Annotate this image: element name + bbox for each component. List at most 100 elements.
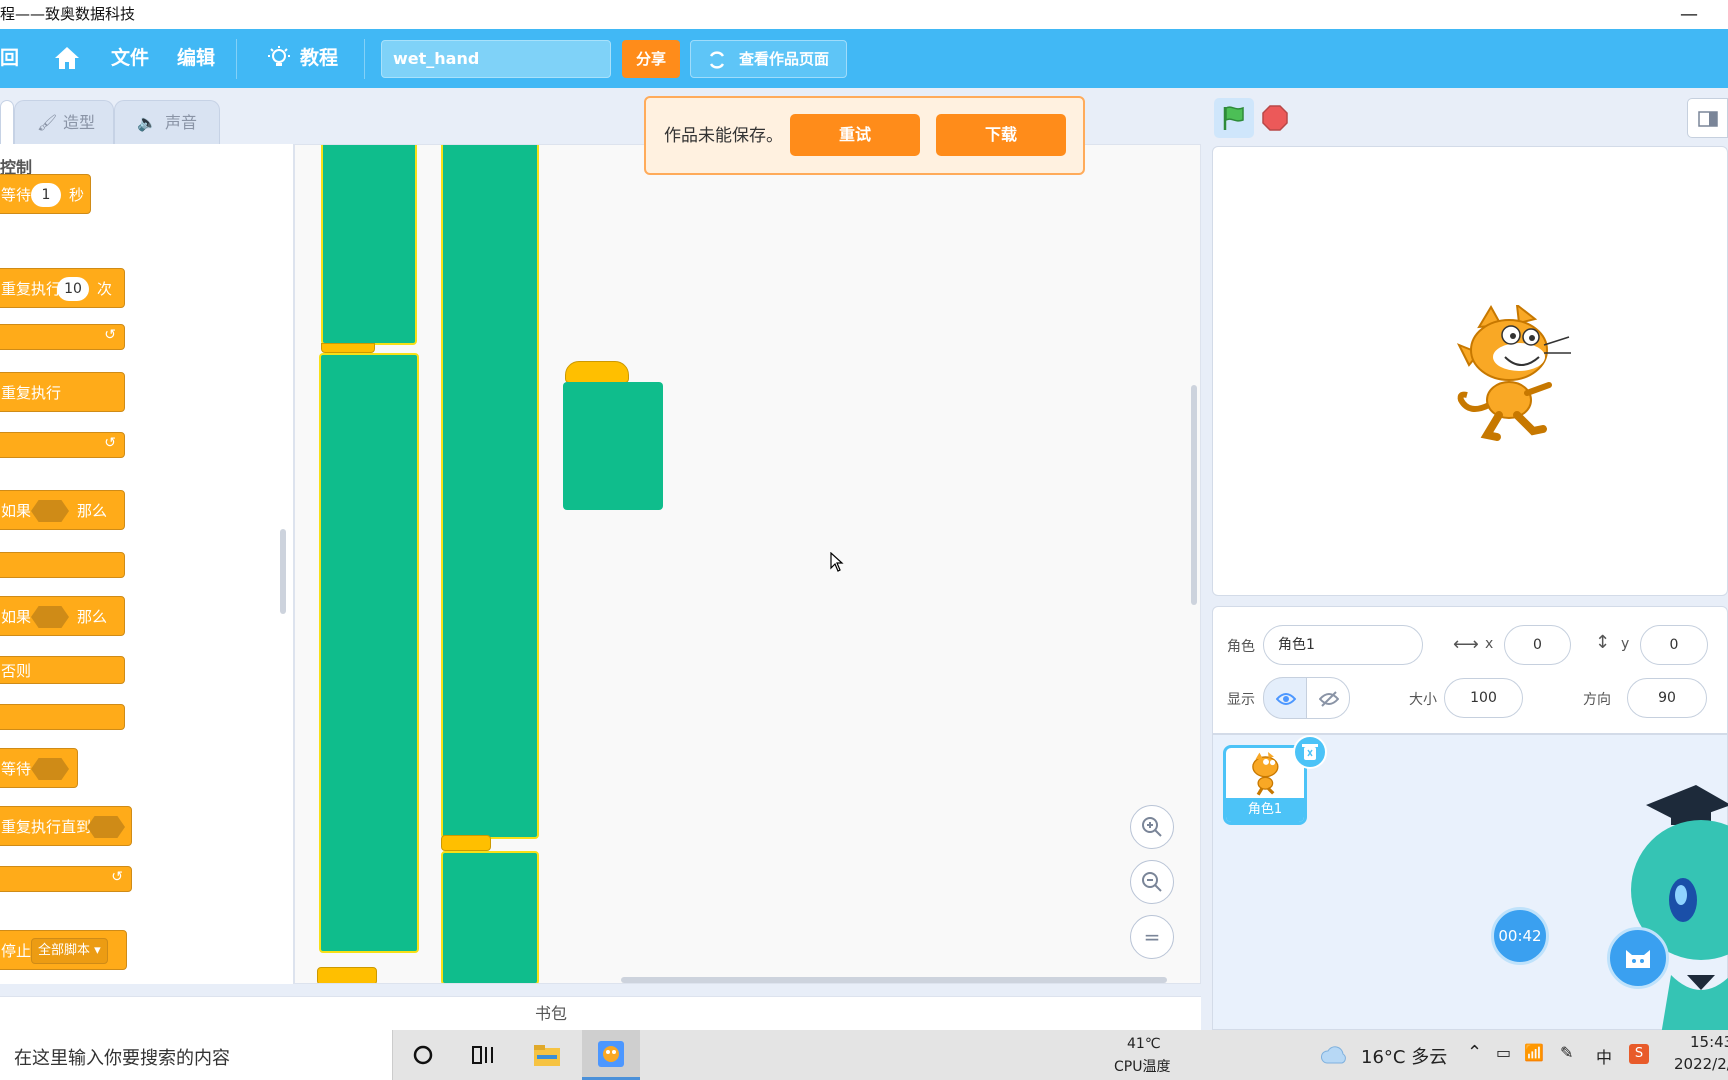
taskbar-search-box[interactable]: 在这里输入你要搜索的内容 [0,1030,393,1080]
sprite-name-input[interactable]: 角色1 [1263,625,1423,665]
task-view-icon[interactable] [472,1044,496,1066]
if-else-block[interactable]: 如果 那么 [0,596,125,636]
minimize-button[interactable]: — [1680,0,1698,29]
download-button[interactable]: 下载 [936,114,1066,156]
repeat-until-block[interactable]: 重复执行直到 [0,806,132,846]
tutorial-menu[interactable]: 教程 [300,29,338,88]
eye-icon [1276,693,1296,705]
stop-option-dropdown[interactable]: 全部脚本 ▾ [31,938,108,964]
chevron-up-icon[interactable]: ⌃ [1467,1042,1482,1063]
script-stack[interactable] [441,851,539,983]
zoom-reset-button[interactable]: = [1130,915,1174,959]
show-label: 显示 [1227,692,1255,708]
direction-input[interactable]: 90 [1627,678,1707,718]
delete-sprite-button[interactable] [1293,735,1327,769]
wifi-icon[interactable]: 📶 [1524,1043,1544,1062]
scratch-app-taskbar-button[interactable] [582,1030,640,1080]
block-palette: 控制 等待 1 秒 重复执行 10 次 ↺ 重复执行 ↺ 如果 那么 如果 那么… [0,144,294,984]
stage-canvas[interactable] [1212,146,1728,596]
vertical-scrollbar[interactable] [1191,385,1197,605]
sprite-name-label: 角色 [1227,639,1255,655]
clock-time[interactable]: 15:43 [1690,1033,1728,1051]
stop-sign-icon [1262,105,1288,131]
cat-helper-button[interactable] [1607,927,1669,989]
condition-slot[interactable] [87,816,125,838]
cat-thumbnail-icon [1252,752,1279,796]
wait-seconds-input[interactable]: 1 [31,183,61,207]
script-stack[interactable] [441,145,539,839]
project-title-input[interactable]: wet_hand [381,40,611,78]
green-flag-icon [1223,106,1244,130]
hide-sprite-button[interactable] [1306,677,1350,719]
home-icon[interactable] [54,29,80,88]
loop-arrow-icon: ↺ [104,435,116,451]
block-label: 重复执行 [1,384,62,402]
file-explorer-icon[interactable] [533,1043,561,1067]
direction-label: 方向 [1583,692,1611,708]
y-label: y [1621,636,1630,652]
sync-icon [709,51,725,69]
repeat-until-block-end: ↺ [0,866,132,892]
script-stack[interactable] [321,145,417,345]
script-stack[interactable] [319,353,419,953]
cloud-icon [1321,1046,1346,1064]
share-button[interactable]: 分享 [622,40,680,78]
weather-text[interactable]: 16°C 多云 [1361,1043,1447,1069]
zoom-in-button[interactable] [1130,805,1174,849]
event-block[interactable] [441,835,491,851]
stop-button[interactable] [1262,105,1288,131]
cpu-temperature-label: CPU温度 [1114,1059,1171,1075]
broadcast-hat-block[interactable] [565,361,629,383]
wait-block[interactable]: 等待 1 秒 [0,174,91,214]
repeat-block[interactable]: 重复执行 10 次 [0,268,125,308]
backpack-label: 书包 [535,1004,568,1023]
condition-slot[interactable] [31,758,69,780]
small-stage-button[interactable] [1687,98,1728,138]
cortana-icon[interactable] [412,1044,434,1066]
tab-code[interactable] [0,100,14,144]
tab-sounds[interactable]: 🔈 声音 [114,100,220,144]
condition-slot[interactable] [31,500,69,522]
loop-arrow-icon: ↺ [104,327,116,343]
forever-block[interactable]: 重复执行 [0,372,125,412]
palette-scrollbar[interactable] [280,529,286,614]
script-stack[interactable] [563,382,663,510]
input-method-icon[interactable]: 中 [1596,1044,1612,1068]
view-project-page-button[interactable]: 查看作品页面 [690,40,847,78]
condition-slot[interactable] [31,606,69,628]
zoom-out-icon [1142,872,1162,892]
wait-until-block[interactable]: 等待 [0,748,78,788]
if-then-block[interactable]: 如果 那么 [0,490,125,530]
retry-button[interactable]: 重试 [790,114,920,156]
x-position-input[interactable]: 0 [1504,625,1571,665]
clock-date[interactable]: 2022/2/... [1674,1055,1728,1073]
size-input[interactable]: 100 [1444,678,1523,718]
show-sprite-button[interactable] [1263,677,1307,719]
file-menu[interactable]: 文件 [111,29,149,88]
backpack-bar[interactable]: 书包 [0,996,1201,1030]
battery-icon[interactable]: ▭ [1496,1043,1511,1062]
cat-sprite[interactable] [1449,305,1579,445]
repeat-count-input[interactable]: 10 [57,277,89,301]
windows-taskbar: 在这里输入你要搜索的内容 41℃ CPU温度 16°C 多云 ⌃ ▭ 📶 ✎ 中… [0,1030,1728,1080]
block-label: 那么 [77,502,108,520]
horizontal-scrollbar[interactable] [621,977,1167,983]
loop-end-cap [321,343,375,353]
block-label: 次 [97,280,113,298]
else-block: 否则 [0,656,125,684]
pen-icon[interactable]: ✎ [1560,1043,1573,1062]
timer-badge: 00:42 [1491,907,1549,965]
zoom-out-button[interactable] [1130,860,1174,904]
stop-block[interactable]: 停止 全部脚本 ▾ [0,930,127,970]
y-position-input[interactable]: 0 [1640,625,1708,665]
tab-costumes[interactable]: 🖌 造型 [14,100,114,144]
control-block[interactable] [317,967,377,983]
script-area[interactable]: = [294,144,1201,984]
sogou-icon[interactable]: S [1629,1044,1649,1064]
block-label: 秒 [69,186,85,204]
back-menu[interactable]: 回 [0,29,19,88]
edit-menu[interactable]: 编辑 [177,29,215,88]
green-flag-button[interactable] [1214,98,1254,138]
cpu-temperature: 41℃ [1127,1036,1161,1052]
block-label: 重复执行 [1,280,62,298]
